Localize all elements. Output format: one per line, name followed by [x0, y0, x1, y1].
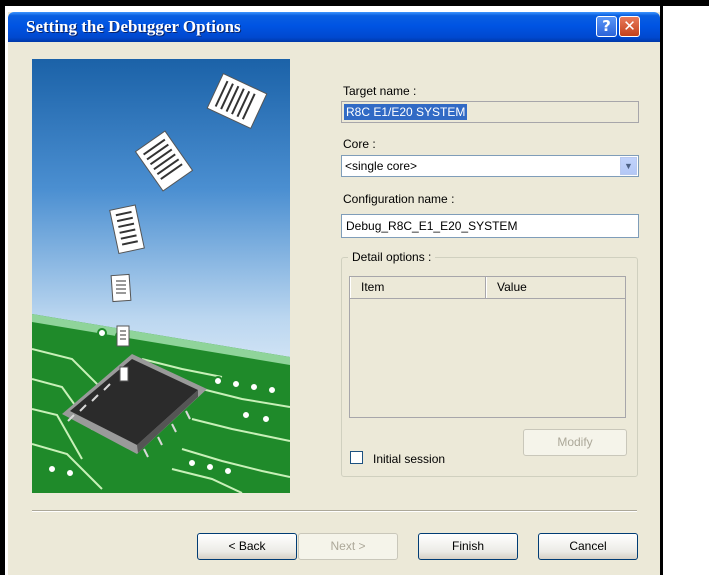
target-name-label: Target name : [343, 84, 417, 98]
finish-button[interactable]: Finish [418, 533, 518, 560]
footer-divider-highlight [32, 511, 637, 512]
target-name-field[interactable]: R8C E1/E20 SYSTEM [341, 101, 639, 123]
screen-border-left [0, 0, 5, 575]
help-button[interactable]: ? [596, 16, 617, 37]
back-button[interactable]: < Back [197, 533, 297, 560]
column-header-value[interactable]: Value [486, 277, 625, 298]
core-label: Core : [343, 137, 376, 151]
chevron-down-icon[interactable]: ▼ [620, 157, 637, 175]
next-button[interactable]: Next > [298, 533, 398, 560]
config-name-value: Debug_R8C_E1_E20_SYSTEM [346, 219, 518, 233]
core-select-value: <single core> [345, 159, 418, 173]
title-bar[interactable]: Setting the Debugger Options ? ✕ [8, 12, 660, 42]
column-header-item[interactable]: Item [350, 277, 486, 298]
detail-options-list[interactable]: Item Value [349, 276, 626, 418]
initial-session-checkbox[interactable] [350, 451, 363, 464]
core-select[interactable]: <single core> ▼ [341, 155, 639, 177]
list-header: Item Value [350, 277, 625, 299]
modify-button[interactable]: Modify [523, 429, 627, 456]
detail-options-legend: Detail options : [348, 250, 436, 264]
config-name-label: Configuration name : [343, 192, 455, 206]
close-icon: ✕ [623, 17, 636, 35]
help-icon: ? [602, 17, 611, 35]
circuit-board-illustration [32, 72, 290, 493]
cancel-button[interactable]: Cancel [538, 533, 638, 560]
screen-border-right [660, 6, 663, 575]
target-name-value: R8C E1/E20 SYSTEM [344, 104, 468, 120]
window-title: Setting the Debugger Options [26, 17, 241, 36]
document-icon [116, 325, 130, 347]
close-button[interactable]: ✕ [619, 16, 640, 37]
initial-session-label[interactable]: Initial session [373, 452, 445, 466]
config-name-input[interactable]: Debug_R8C_E1_E20_SYSTEM [341, 214, 639, 238]
screen-border-top [0, 0, 709, 6]
wizard-illustration [32, 59, 290, 493]
